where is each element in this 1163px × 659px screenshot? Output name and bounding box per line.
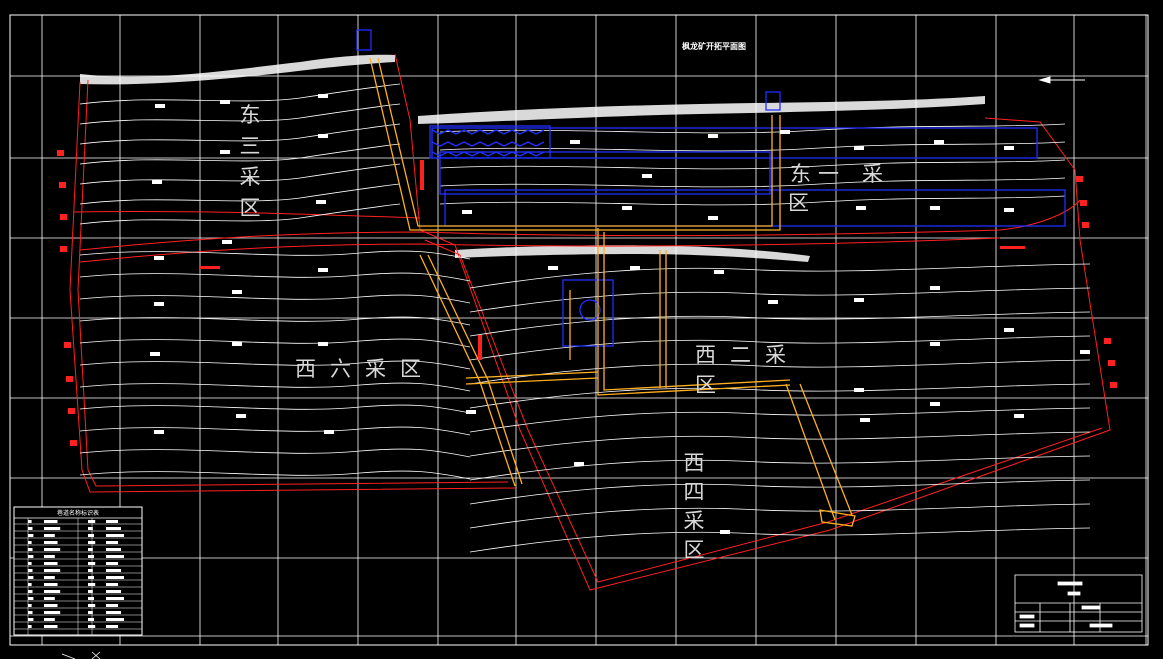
zone-label-west-two-tail: 区 xyxy=(695,373,716,397)
north-arrow-icon xyxy=(1038,76,1085,84)
mine-boundaries xyxy=(69,53,1111,591)
zone-label-west-two-row: 西二采 xyxy=(695,343,800,367)
title-block xyxy=(1014,574,1143,633)
outcrop-band-east xyxy=(418,96,985,124)
zone-label-east-one-tail: 区 xyxy=(788,191,809,215)
zone-label-west-four: 西四采区 xyxy=(684,451,705,562)
legend-table-title: 巷道名称标识表 xyxy=(57,509,99,517)
zone-label-east-one-row: 东一采 xyxy=(790,162,883,186)
roadway-legend-table: 巷道名称标识表 xyxy=(13,506,143,636)
working-faces xyxy=(356,29,1066,347)
borehole-markers xyxy=(150,94,1090,534)
zone-label-west-six: 西六采区 xyxy=(295,357,435,381)
zone-labels: 东三采区 东一采 区 西六采区 西二采 区 西四采区 xyxy=(240,103,884,562)
outcrop-band-middle xyxy=(455,245,810,262)
mine-plan-drawing: 东三采区 东一采 区 西六采区 西二采 区 西四采区 枫龙矿开拓平面图 巷道名称… xyxy=(9,14,1149,659)
zone-label-east-three: 东三采区 xyxy=(240,103,261,220)
outcrop-band-north xyxy=(80,54,395,85)
ucs-icon xyxy=(61,651,101,659)
drawing-title: 枫龙矿开拓平面图 xyxy=(682,41,746,51)
